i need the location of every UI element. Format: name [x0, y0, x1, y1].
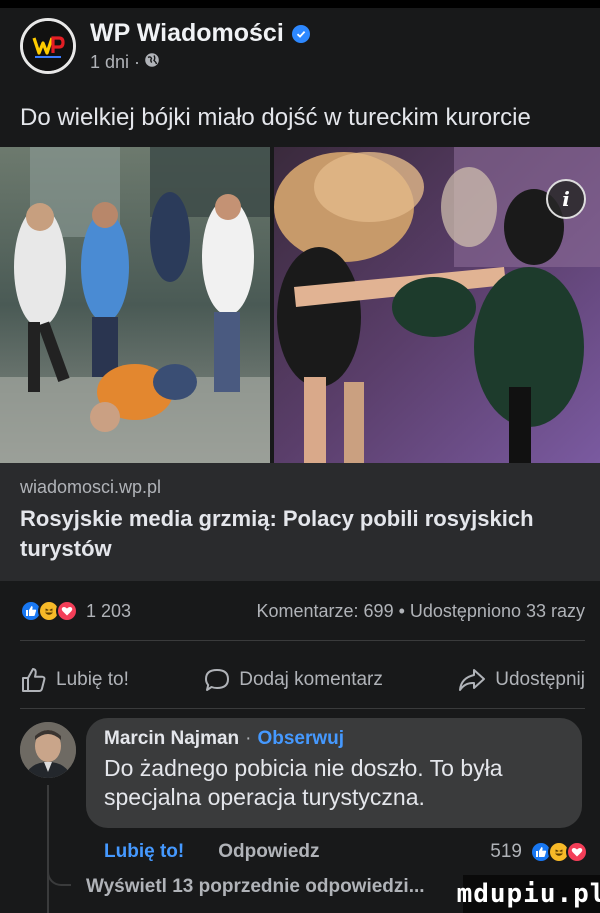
wp-logo-icon — [23, 21, 73, 71]
comment-bubble: Marcin Najman · Obserwuj Do żadnego pobi… — [86, 718, 582, 828]
love-reaction-icon — [56, 600, 78, 622]
verified-icon — [291, 24, 310, 43]
share-icon — [459, 669, 486, 691]
photo-brawl-crowd — [0, 147, 270, 463]
comment-label: Dodaj komentarz — [239, 669, 383, 690]
post-image[interactable]: i — [0, 147, 600, 463]
reaction-count[interactable]: 1 203 — [86, 601, 131, 622]
info-icon[interactable]: i — [546, 179, 586, 219]
divider — [20, 640, 585, 641]
globe-icon — [144, 52, 160, 73]
reaction-icons[interactable] — [20, 600, 78, 622]
comment-reply-button[interactable]: Odpowiedz — [218, 841, 319, 863]
comments-shares-count[interactable]: Komentarze: 699 • Udostępniono 33 razy — [257, 601, 586, 622]
comment-text-line: Do żadnego pobicia nie doszło. To była — [104, 755, 503, 781]
post-time[interactable]: 1 dni — [90, 52, 129, 73]
post-stats: 1 203 Komentarze: 699 • Udostępniono 33 … — [20, 596, 585, 626]
comment-actions: Lubię to! Odpowiedz 519 — [104, 838, 588, 866]
follow-button[interactable]: Obserwuj — [257, 728, 344, 750]
link-domain: wiadomosci.wp.pl — [20, 477, 162, 497]
comment-icon — [205, 669, 230, 691]
post-text: Do wielkiej bójki miało dojść w tureckim… — [20, 104, 531, 131]
post-header: WP Wiadomości 1 dni · — [20, 18, 310, 74]
comment-reactions[interactable]: 519 — [490, 841, 588, 863]
post-actions: Lubię to! Dodaj komentarz Udostępnij — [20, 662, 585, 698]
photo-kick: i — [274, 147, 600, 463]
divider — [20, 708, 585, 709]
link-preview-card[interactable]: wiadomosci.wp.pl Rosyjskie media grzmią:… — [0, 463, 600, 581]
comment-like-button[interactable]: Lubię to! — [104, 841, 184, 863]
comment-author[interactable]: Marcin Najman — [104, 728, 239, 750]
share-button[interactable]: Udostępnij — [457, 666, 585, 694]
watermark: mdupiu.pl — [457, 875, 600, 913]
like-label: Lubię to! — [56, 669, 129, 690]
commenter-avatar[interactable] — [20, 722, 76, 778]
link-title: Rosyjskie media grzmią: Polacy pobili ro… — [20, 506, 534, 561]
like-icon — [22, 668, 46, 692]
status-strip — [0, 0, 600, 8]
comment-button[interactable]: Dodaj komentarz — [203, 666, 383, 694]
like-button[interactable]: Lubię to! — [20, 666, 129, 694]
love-reaction-icon — [566, 841, 588, 863]
share-label: Udostępnij — [495, 669, 585, 690]
thread-connector — [47, 866, 71, 886]
page-name[interactable]: WP Wiadomości — [90, 19, 284, 48]
page-avatar[interactable] — [20, 18, 76, 74]
view-previous-replies[interactable]: Wyświetl 13 poprzednie odpowiedzi... — [86, 876, 425, 898]
author-separator: · — [245, 728, 252, 749]
meta-separator: · — [134, 52, 141, 72]
comment-reaction-count: 519 — [490, 841, 522, 862]
thread-line — [47, 785, 49, 913]
comment-text-line: specjalna operacja turystyczna. — [104, 784, 425, 810]
comment-text: Do żadnego pobicia nie doszło. To była s… — [104, 754, 564, 812]
